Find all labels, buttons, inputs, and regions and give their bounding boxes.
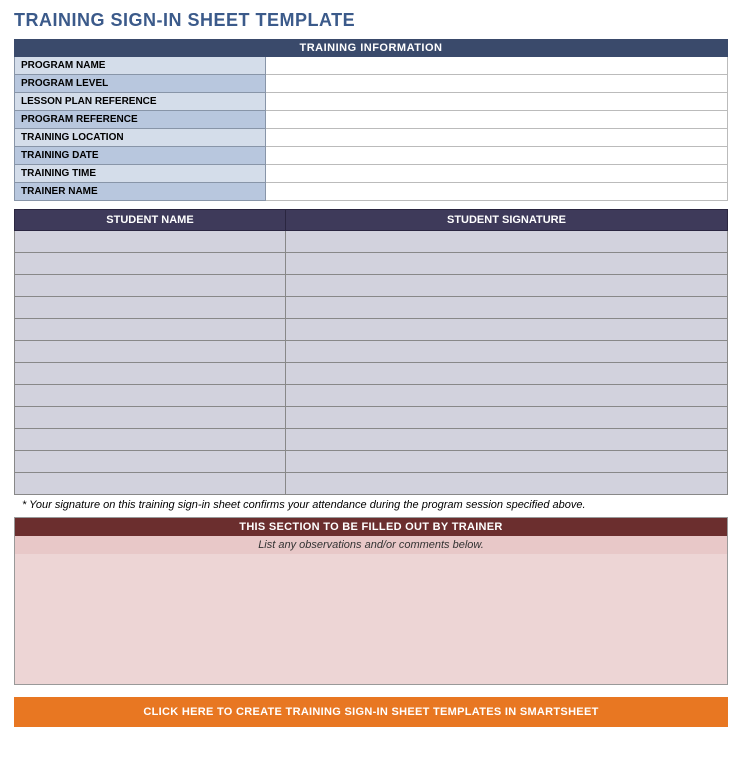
table-row — [15, 275, 728, 297]
student-name-cell[interactable] — [15, 451, 286, 473]
info-label: PROGRAM REFERENCE — [14, 111, 266, 129]
col-student-name: STUDENT NAME — [15, 210, 286, 231]
info-row: TRAINING DATE — [14, 147, 728, 165]
page-title: TRAINING SIGN-IN SHEET TEMPLATE — [14, 10, 728, 31]
student-name-cell[interactable] — [15, 429, 286, 451]
table-row — [15, 297, 728, 319]
info-label: TRAINING LOCATION — [14, 129, 266, 147]
table-row — [15, 363, 728, 385]
trainer-section-header: THIS SECTION TO BE FILLED OUT BY TRAINER — [15, 518, 727, 536]
info-label: LESSON PLAN REFERENCE — [14, 93, 266, 111]
trainer-section: THIS SECTION TO BE FILLED OUT BY TRAINER… — [14, 517, 728, 685]
student-table-header: STUDENT NAME STUDENT SIGNATURE — [15, 210, 728, 231]
table-row — [15, 253, 728, 275]
student-name-cell[interactable] — [15, 385, 286, 407]
student-signature-cell[interactable] — [285, 319, 727, 341]
table-row — [15, 429, 728, 451]
info-row: TRAINING LOCATION — [14, 129, 728, 147]
trainer-comments-area[interactable] — [15, 554, 727, 684]
student-signature-cell[interactable] — [285, 253, 727, 275]
info-value[interactable] — [266, 75, 728, 93]
table-row — [15, 319, 728, 341]
table-row — [15, 473, 728, 495]
student-signature-cell[interactable] — [285, 429, 727, 451]
student-name-cell[interactable] — [15, 473, 286, 495]
create-template-cta[interactable]: CLICK HERE TO CREATE TRAINING SIGN-IN SH… — [14, 697, 728, 727]
table-row — [15, 341, 728, 363]
info-value[interactable] — [266, 165, 728, 183]
training-info-section: TRAINING INFORMATION PROGRAM NAMEPROGRAM… — [14, 39, 728, 201]
info-label: PROGRAM LEVEL — [14, 75, 266, 93]
student-signature-cell[interactable] — [285, 275, 727, 297]
info-row: PROGRAM REFERENCE — [14, 111, 728, 129]
student-name-cell[interactable] — [15, 297, 286, 319]
table-row — [15, 451, 728, 473]
training-info-header: TRAINING INFORMATION — [14, 39, 728, 57]
signature-disclaimer: * Your signature on this training sign-i… — [14, 495, 728, 515]
trainer-section-hint: List any observations and/or comments be… — [15, 536, 727, 554]
info-value[interactable] — [266, 111, 728, 129]
info-label: TRAINING DATE — [14, 147, 266, 165]
student-name-cell[interactable] — [15, 231, 286, 253]
info-value[interactable] — [266, 93, 728, 111]
student-name-cell[interactable] — [15, 407, 286, 429]
student-name-cell[interactable] — [15, 319, 286, 341]
info-row: LESSON PLAN REFERENCE — [14, 93, 728, 111]
student-name-cell[interactable] — [15, 341, 286, 363]
info-row: TRAINER NAME — [14, 183, 728, 201]
student-signature-cell[interactable] — [285, 473, 727, 495]
student-signature-cell[interactable] — [285, 341, 727, 363]
info-value[interactable] — [266, 147, 728, 165]
info-label: TRAINER NAME — [14, 183, 266, 201]
table-row — [15, 231, 728, 253]
info-row: PROGRAM LEVEL — [14, 75, 728, 93]
info-label: TRAINING TIME — [14, 165, 266, 183]
table-row — [15, 407, 728, 429]
student-name-cell[interactable] — [15, 253, 286, 275]
info-value[interactable] — [266, 183, 728, 201]
student-signature-cell[interactable] — [285, 231, 727, 253]
student-table: STUDENT NAME STUDENT SIGNATURE — [14, 209, 728, 495]
student-name-cell[interactable] — [15, 363, 286, 385]
info-value[interactable] — [266, 129, 728, 147]
info-label: PROGRAM NAME — [14, 57, 266, 75]
col-student-signature: STUDENT SIGNATURE — [285, 210, 727, 231]
student-signature-cell[interactable] — [285, 451, 727, 473]
info-value[interactable] — [266, 57, 728, 75]
info-row: TRAINING TIME — [14, 165, 728, 183]
student-signature-cell[interactable] — [285, 363, 727, 385]
student-signature-cell[interactable] — [285, 297, 727, 319]
info-row: PROGRAM NAME — [14, 57, 728, 75]
table-row — [15, 385, 728, 407]
student-signature-cell[interactable] — [285, 385, 727, 407]
student-name-cell[interactable] — [15, 275, 286, 297]
student-signature-cell[interactable] — [285, 407, 727, 429]
